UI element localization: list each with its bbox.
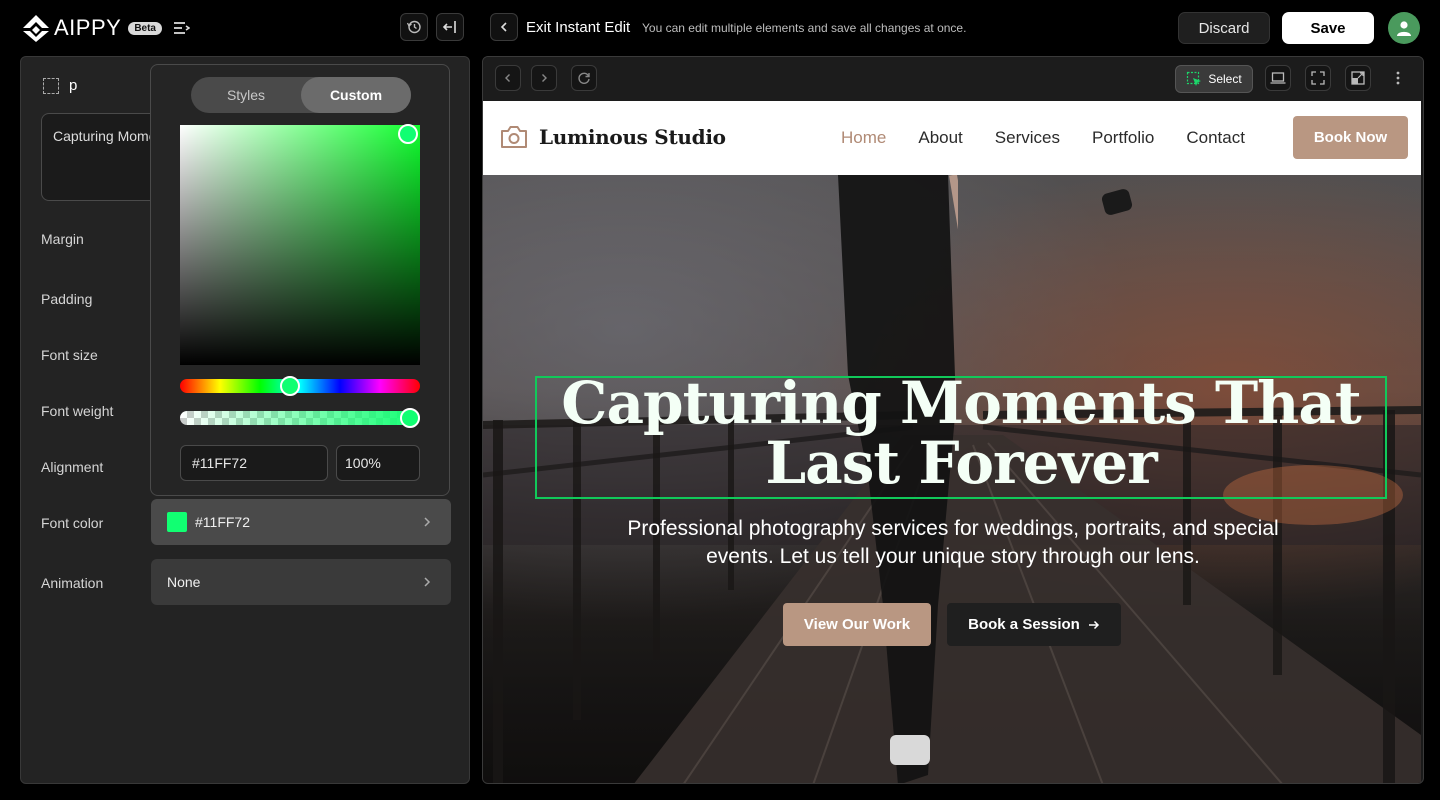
book-now-button[interactable]: Book Now	[1293, 116, 1408, 159]
chevron-left-icon	[505, 74, 510, 82]
preview-forward-button[interactable]	[531, 65, 557, 91]
tab-styles[interactable]: Styles	[191, 77, 301, 113]
cursor-select-icon	[1187, 71, 1202, 86]
preview-frame: Select Luminous Studio Home About Servic…	[482, 56, 1424, 784]
user-avatar[interactable]	[1388, 12, 1420, 44]
nav-home[interactable]: Home	[841, 128, 886, 148]
saturation-handle[interactable]	[398, 124, 418, 144]
hex-input[interactable]	[180, 445, 328, 481]
user-icon	[1397, 21, 1411, 36]
nav-about[interactable]: About	[918, 128, 962, 148]
margin-label: Margin	[41, 231, 84, 247]
site-navbar: Luminous Studio Home About Services Port…	[483, 101, 1421, 175]
hue-slider[interactable]	[180, 376, 420, 396]
top-bar: AIPPY Beta Exit Instant Edit You can edi…	[0, 0, 1440, 56]
nav-portfolio[interactable]: Portfolio	[1092, 128, 1154, 148]
preview-toolbar: Select	[483, 57, 1423, 101]
collapse-panel-button[interactable]	[436, 13, 464, 41]
app-logo[interactable]: AIPPY Beta	[22, 14, 190, 42]
padding-label: Padding	[41, 291, 93, 307]
exit-instant-edit-button[interactable]	[490, 13, 518, 41]
history-button[interactable]	[400, 13, 428, 41]
view-our-work-button[interactable]: View Our Work	[783, 603, 931, 646]
chevron-right-icon	[542, 74, 547, 82]
font-color-label: Font color	[41, 515, 104, 531]
saturation-value-area[interactable]	[180, 124, 420, 365]
reload-icon	[578, 72, 590, 84]
more-options-button[interactable]	[1385, 65, 1411, 91]
arrow-right-icon	[1088, 620, 1099, 629]
select-mode-button[interactable]: Select	[1175, 65, 1253, 93]
hue-handle[interactable]	[280, 376, 300, 396]
fullscreen-button[interactable]	[1305, 65, 1331, 91]
book-session-button[interactable]: Book a Session	[947, 603, 1121, 646]
selection-icon	[43, 77, 59, 94]
font-color-field[interactable]: #11FF72	[151, 499, 451, 545]
nav-services[interactable]: Services	[995, 128, 1060, 148]
more-vertical-icon	[1396, 71, 1400, 85]
selected-element-title: p	[43, 77, 77, 94]
book-session-label: Book a Session	[968, 616, 1080, 633]
animation-value: None	[167, 574, 201, 590]
preview-reload-button[interactable]	[571, 65, 597, 91]
color-swatch	[167, 512, 187, 532]
font-weight-label: Font weight	[41, 403, 114, 419]
exit-instant-edit-label[interactable]: Exit Instant Edit	[526, 19, 630, 36]
beta-badge: Beta	[128, 21, 162, 35]
hero-subtitle[interactable]: Professional photography services for we…	[593, 515, 1313, 571]
popout-icon	[1351, 71, 1365, 85]
chevron-left-icon	[500, 22, 507, 32]
tab-custom[interactable]: Custom	[301, 77, 411, 113]
fullscreen-icon	[1311, 71, 1325, 85]
history-icon	[406, 20, 421, 34]
collapse-left-icon	[442, 21, 456, 33]
exit-hint-text: You can edit multiple elements and save …	[642, 21, 967, 35]
save-button[interactable]: Save	[1282, 12, 1374, 44]
font-color-value: #11FF72	[195, 514, 250, 530]
website-preview: Luminous Studio Home About Services Port…	[483, 101, 1421, 783]
popout-button[interactable]	[1345, 65, 1371, 91]
brand-name: Luminous Studio	[539, 125, 726, 149]
alpha-handle[interactable]	[400, 408, 420, 428]
chevron-right-icon	[424, 517, 431, 527]
nav-contact[interactable]: Contact	[1186, 128, 1245, 148]
site-brand[interactable]: Luminous Studio	[499, 123, 726, 151]
aippy-logo-icon	[23, 15, 49, 42]
camera-icon	[501, 126, 527, 148]
hero-headline[interactable]: Capturing Moments That Last Forever	[535, 373, 1387, 493]
discard-button[interactable]: Discard	[1178, 12, 1270, 44]
desktop-view-button[interactable]	[1265, 65, 1291, 91]
element-tag: p	[69, 77, 78, 94]
animation-label: Animation	[41, 575, 104, 591]
menu-collapse-icon[interactable]	[172, 19, 190, 37]
animation-select[interactable]: None	[151, 559, 451, 605]
chevron-right-icon	[424, 577, 431, 587]
app-name: AIPPY	[54, 15, 122, 40]
picker-mode-toggle: Styles Custom	[191, 77, 411, 113]
alignment-label: Alignment	[41, 459, 104, 475]
site-nav-links: Home About Services Portfolio Contact	[841, 128, 1277, 148]
color-picker-popover: Styles Custom	[150, 64, 450, 496]
select-mode-label: Select	[1208, 72, 1242, 86]
font-size-label: Font size	[41, 347, 98, 363]
alpha-input[interactable]	[336, 445, 420, 481]
alpha-slider[interactable]	[180, 408, 420, 428]
laptop-icon	[1270, 72, 1286, 84]
preview-back-button[interactable]	[495, 65, 521, 91]
